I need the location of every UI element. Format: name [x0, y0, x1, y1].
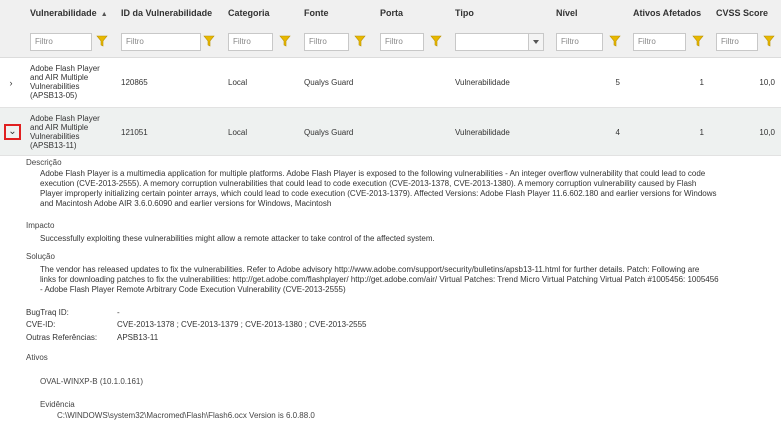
column-label: Fonte: [304, 8, 329, 18]
column-label: Categoria: [228, 8, 270, 18]
table-row[interactable]: › Adobe Flash Player and AIR Multiple Vu…: [0, 58, 781, 108]
descricao-text: Adobe Flash Player is a multimedia appli…: [40, 169, 778, 209]
fonte-cell: Qualys Guard: [304, 128, 354, 137]
text-line: Player improperly initializing certain p…: [40, 189, 717, 198]
filter-icon[interactable]: [203, 35, 215, 47]
text-line: and Macintosh Adobe AIR 3.6.0.6090 and e…: [40, 199, 332, 208]
column-label: Porta: [380, 8, 404, 18]
filter-input-porta[interactable]: Filtro: [380, 33, 424, 51]
text-line: The vendor has released updates to fix t…: [40, 265, 700, 274]
filter-icon[interactable]: [763, 35, 775, 47]
text-line: links for downloading patches to fix the…: [40, 275, 719, 284]
vulnerability-name[interactable]: Adobe Flash Player and AIR Multiple Vuln…: [30, 64, 116, 100]
grid-header: Vulnerabilidade ▲ ID da Vulnerabilidade C…: [0, 0, 781, 58]
filter-input-nivel[interactable]: Filtro: [556, 33, 603, 51]
filter-icon[interactable]: [692, 35, 704, 47]
chevron-down-icon[interactable]: ⌄: [4, 124, 21, 140]
filter-input-ativos[interactable]: Filtro: [633, 33, 686, 51]
vulnerability-name[interactable]: Adobe Flash Player and AIR Multiple Vuln…: [30, 114, 116, 150]
cvss-cell: 10,0: [759, 128, 775, 137]
fonte-cell: Qualys Guard: [304, 78, 354, 87]
vulnerability-id: 120865: [121, 78, 148, 87]
ativos-cell: 1: [699, 128, 704, 137]
filter-icon[interactable]: [279, 35, 291, 47]
ativos-cell: 1: [699, 78, 704, 87]
column-header-vulnerabilidade[interactable]: Vulnerabilidade ▲: [30, 0, 108, 27]
column-header-cvss-score[interactable]: CVSS Score: [716, 0, 768, 27]
column-header-categoria[interactable]: Categoria: [228, 0, 270, 27]
nivel-cell: 4: [615, 128, 620, 137]
column-label: Ativos Afetados: [633, 8, 702, 18]
filter-input-id[interactable]: Filtro: [121, 33, 201, 51]
outras-referencias-label: Outras Referências:: [26, 333, 98, 342]
tipo-cell: Vulnerabilidade: [455, 128, 510, 137]
column-label: CVSS Score: [716, 8, 769, 18]
text-line: - Adobe Flash Player Remote Arbitrary Co…: [40, 285, 346, 294]
bugtraq-label: BugTraq ID:: [26, 308, 69, 317]
dropdown-arrow-icon[interactable]: [528, 34, 543, 50]
section-title-ativos: Ativos: [26, 353, 48, 362]
filter-icon[interactable]: [609, 35, 621, 47]
solucao-text: The vendor has released updates to fix t…: [40, 265, 778, 295]
filter-input-cvss[interactable]: Filtro: [716, 33, 758, 51]
table-row-selected[interactable]: ⌄ Adobe Flash Player and AIR Multiple Vu…: [0, 108, 781, 156]
chevron-right-icon[interactable]: ›: [4, 76, 18, 90]
tipo-cell: Vulnerabilidade: [455, 78, 510, 87]
name-line: Adobe Flash Player: [30, 64, 100, 73]
cvss-cell: 10,0: [759, 78, 775, 87]
section-title-solucao: Solução: [26, 252, 55, 261]
column-header-fonte[interactable]: Fonte: [304, 0, 329, 27]
text-line: execution (CVE-2013-2555). A memory corr…: [40, 179, 697, 188]
filter-icon[interactable]: [354, 35, 366, 47]
cve-value: CVE-2013-1378 ; CVE-2013-1379 ; CVE-2013…: [117, 320, 367, 329]
column-label: ID da Vulnerabilidade: [121, 8, 213, 18]
vulnerability-detail-panel: Descrição Adobe Flash Player is a multim…: [0, 156, 781, 423]
section-title-descricao: Descrição: [26, 158, 62, 167]
asset-name[interactable]: OVAL-WINXP-B (10.1.0.161): [40, 377, 143, 386]
nivel-cell: 5: [615, 78, 620, 87]
name-line: (APSB13-05): [30, 91, 78, 100]
outras-referencias-value: APSB13-11: [117, 333, 159, 342]
name-line: and AIR Multiple: [30, 123, 89, 132]
text-line: Adobe Flash Player is a multimedia appli…: [40, 169, 706, 178]
bugtraq-value: -: [117, 308, 120, 317]
evidencia-text: C:\WINDOWS\system32\Macromed\Flash\Flash…: [57, 411, 315, 420]
filter-input-fonte[interactable]: Filtro: [304, 33, 349, 51]
column-header-ativos-afetados[interactable]: Ativos Afetados: [633, 0, 701, 27]
filter-select-tipo[interactable]: [455, 33, 544, 51]
categoria-cell: Local: [228, 128, 248, 137]
section-title-impacto: Impacto: [26, 221, 55, 230]
categoria-cell: Local: [228, 78, 248, 87]
filter-input-categoria[interactable]: Filtro: [228, 33, 273, 51]
column-header-tipo[interactable]: Tipo: [455, 0, 474, 27]
column-header-id[interactable]: ID da Vulnerabilidade: [121, 0, 212, 27]
column-label: Tipo: [455, 8, 474, 18]
name-line: Vulnerabilities: [30, 132, 80, 141]
name-line: Vulnerabilities: [30, 82, 80, 91]
impacto-text: Successfully exploiting these vulnerabil…: [40, 234, 435, 243]
column-label: Nível: [556, 8, 578, 18]
name-line: Adobe Flash Player: [30, 114, 100, 123]
cve-label: CVE-ID:: [26, 320, 56, 329]
filter-icon[interactable]: [96, 35, 108, 47]
column-label: Vulnerabilidade: [30, 8, 97, 18]
vulnerability-id: 121051: [121, 128, 148, 137]
name-line: (APSB13-11): [30, 141, 77, 150]
filter-icon[interactable]: [430, 35, 442, 47]
column-header-nivel[interactable]: Nível: [556, 0, 578, 27]
section-title-evidencia: Evidência: [40, 400, 75, 409]
column-header-porta[interactable]: Porta: [380, 0, 403, 27]
sort-ascending-icon[interactable]: ▲: [101, 1, 108, 28]
filter-input-vulnerabilidade[interactable]: Filtro: [30, 33, 92, 51]
name-line: and AIR Multiple: [30, 73, 89, 82]
